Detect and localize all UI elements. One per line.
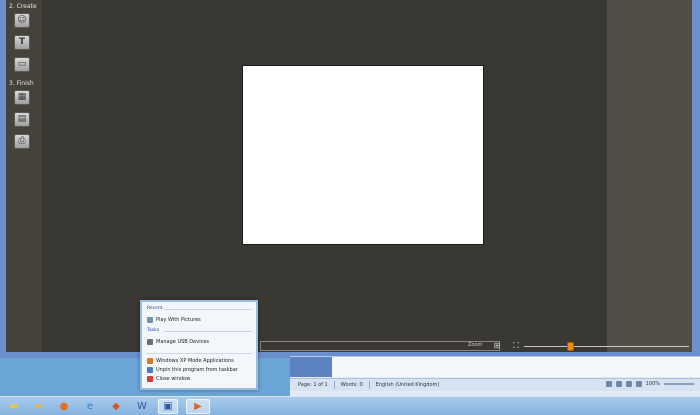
outline-icon[interactable]: [635, 381, 642, 387]
taskbar-item-word[interactable]: W: [132, 399, 152, 414]
taskbar-item-explorer-2[interactable]: ▰: [28, 399, 48, 414]
save-project-tool-button[interactable]: ▤: [14, 112, 30, 127]
caption-tool-button[interactable]: ▭: [14, 57, 30, 72]
word-icon: W: [137, 400, 147, 412]
zoom-slider-thumb[interactable]: [566, 342, 574, 351]
jump-list-item-close-window[interactable]: Close window: [147, 375, 190, 383]
taskbar-item-word-active[interactable]: ▣: [158, 399, 178, 414]
fit-to-window-icon[interactable]: ⛶: [511, 341, 521, 350]
word-status-bar: Page: 1 of 1 Words: 0 English (United Ki…: [290, 378, 700, 391]
usb-icon: [147, 339, 153, 345]
right-panel: [607, 0, 692, 352]
zoom-slider[interactable]: [524, 346, 689, 347]
media-icon: ◆: [112, 400, 120, 412]
word-zoom-slider[interactable]: [664, 383, 694, 385]
text-icon: T: [18, 37, 26, 47]
jump-list-item-play-with-pictures[interactable]: Play With Pictures: [147, 316, 201, 324]
printer-icon: ⎙: [18, 136, 26, 146]
full-screen-icon[interactable]: [615, 381, 622, 387]
taskbar-item-media[interactable]: ◆: [106, 399, 126, 414]
folder-icon: ▬: [9, 400, 19, 412]
word-doc-icon: ▣: [163, 400, 173, 412]
close-icon: [147, 376, 153, 382]
app-workspace: 2. Create ☺ T ▭ 3. Finish ▦ ▤ ⎙ Zoom ⊞ ⛶: [6, 0, 692, 352]
zoom-label: Zoom: [468, 342, 483, 348]
jump-list-item-xp-mode[interactable]: Windows XP Mode Applications: [147, 357, 234, 365]
save-movie-tool-button[interactable]: ▦: [14, 90, 30, 105]
word-zoom-level[interactable]: 100%: [646, 381, 660, 387]
word-document-area[interactable]: [290, 357, 700, 377]
speech-bubble-icon: ▭: [17, 59, 27, 69]
film-icon: ▦: [17, 92, 27, 102]
print-tool-button[interactable]: ⎙: [14, 134, 30, 149]
taskbar-item-firefox[interactable]: ●: [54, 399, 74, 414]
jump-list-item-manage-usb[interactable]: Manage USB Devices: [147, 338, 209, 346]
actual-size-icon[interactable]: ⊞: [492, 341, 502, 350]
jump-list-tasks-heading: Tasks: [147, 328, 160, 333]
title-tool-button[interactable]: T: [14, 35, 30, 50]
taskbar-item-explorer[interactable]: ▬: [4, 399, 24, 414]
tool-rail: 2. Create ☺ T ▭ 3. Finish ▦ ▤ ⎙: [6, 0, 42, 352]
pin-icon: [147, 367, 153, 373]
section-create-heading: 2. Create: [9, 3, 37, 10]
taskbar: ▬ ▰ ● e ◆ W ▣ ▶: [0, 396, 700, 415]
slide-canvas[interactable]: [242, 65, 484, 245]
jump-list-item-unpin[interactable]: Unpin this program from taskbar: [147, 366, 238, 374]
timeline-strip[interactable]: [260, 341, 500, 351]
word-page-count[interactable]: Page: 1 of 1: [298, 382, 328, 388]
save-icon: ▤: [17, 114, 27, 124]
word-view-buttons: 100%: [605, 381, 694, 387]
effects-tool-button[interactable]: ☺: [14, 13, 30, 28]
app-window: 2. Create ☺ T ▭ 3. Finish ▦ ▤ ⎙ Zoom ⊞ ⛶: [0, 0, 700, 358]
taskbar-item-ie[interactable]: e: [80, 399, 100, 414]
taskbar-item-movie-app[interactable]: ▶: [186, 399, 210, 414]
bottom-bar: Zoom ⊞ ⛶: [42, 340, 689, 352]
section-finish-heading: 3. Finish: [9, 80, 34, 87]
picture-icon: [147, 317, 153, 323]
canvas-area: [42, 0, 607, 340]
word-language[interactable]: English (United Kingdom): [376, 382, 440, 388]
word-word-count[interactable]: Words: 0: [341, 382, 363, 388]
xp-mode-icon: [147, 358, 153, 364]
movie-app-icon: ▶: [194, 400, 202, 412]
internet-explorer-icon: e: [86, 400, 94, 412]
web-layout-icon[interactable]: [625, 381, 632, 387]
firefox-icon: ●: [59, 400, 69, 412]
folder-icon: ▰: [34, 400, 42, 412]
effects-icon: ☺: [17, 15, 27, 25]
word-document-margin: [290, 357, 332, 377]
taskbar-jump-list: Recent Play With Pictures Tasks Manage U…: [140, 300, 258, 390]
jump-list-recent-heading: Recent: [147, 306, 163, 311]
print-layout-icon[interactable]: [605, 381, 612, 387]
word-window: Page: 1 of 1 Words: 0 English (United Ki…: [290, 356, 700, 396]
